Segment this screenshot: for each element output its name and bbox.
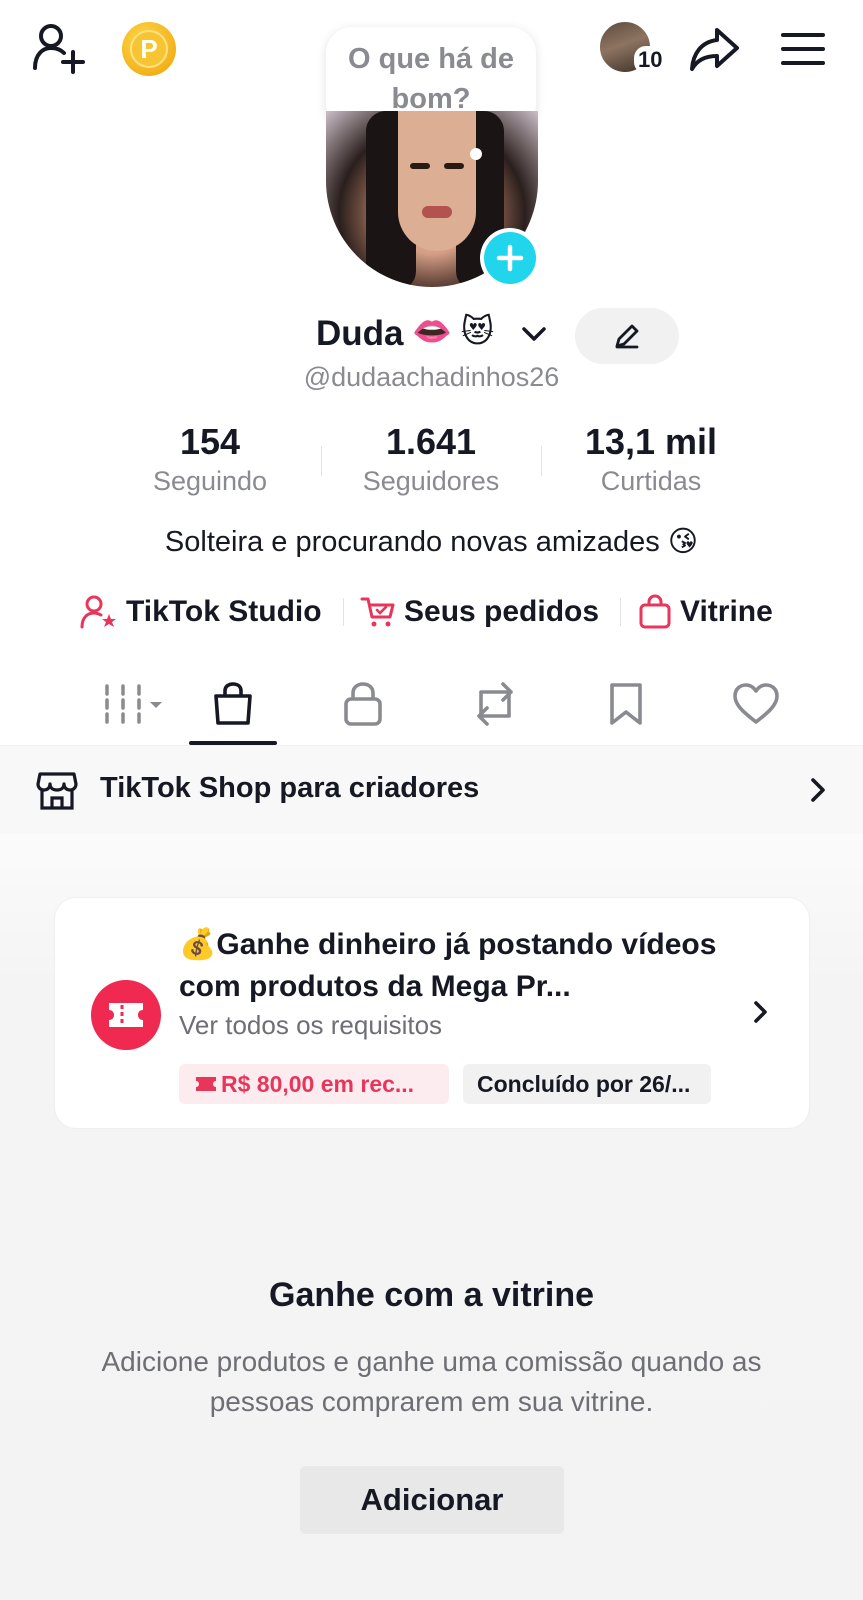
tab-liked[interactable] <box>706 664 806 744</box>
creator-star-icon <box>80 595 116 629</box>
stat-value: 1.641 <box>385 421 477 462</box>
menu-button[interactable] <box>776 22 830 76</box>
stat-value: 154 <box>179 421 241 462</box>
bookmark-icon <box>610 683 642 725</box>
tab-shop[interactable] <box>183 664 283 744</box>
note-text: O que há de bom? <box>348 43 514 115</box>
stat-label: Seguidores <box>362 466 500 496</box>
share-button[interactable] <box>688 22 742 76</box>
stat-following[interactable]: 154 Seguindo <box>110 420 310 497</box>
empty-state-title: Ganhe com a vitrine <box>269 1276 594 1314</box>
tab-videos[interactable] <box>58 664 188 744</box>
add-products-button[interactable]: Adicionar <box>300 1466 564 1534</box>
chevron-down-icon[interactable] <box>518 318 550 350</box>
showcase-link[interactable]: Vitrine <box>638 590 773 634</box>
orders-link[interactable]: Seus pedidos <box>360 590 599 634</box>
tiktok-studio-link[interactable]: TikTok Studio <box>80 590 322 634</box>
chevron-right-icon <box>754 1001 767 1023</box>
grid-filter-icon <box>105 684 162 724</box>
pencil-icon <box>615 324 639 349</box>
profile-tabs <box>0 664 863 746</box>
display-name[interactable]: Duda <box>316 314 404 354</box>
tiktok-shop-creators-banner[interactable]: TikTok Shop para criadores <box>0 746 863 834</box>
ticket-icon <box>196 1077 216 1091</box>
deadline-text: Concluído por 26/... <box>477 1070 691 1097</box>
name-row: Duda 👄 😻 <box>0 308 863 364</box>
stat-followers[interactable]: 1.641 Seguidores <box>331 420 531 497</box>
avatar-face <box>398 111 476 251</box>
tab-reposts[interactable] <box>445 664 545 744</box>
ticket-icon <box>91 980 161 1050</box>
profile-visitors-button[interactable]: 10 <box>598 20 668 76</box>
add-friend-button[interactable] <box>30 20 90 76</box>
note-bubble-tail <box>470 148 482 160</box>
link-label: TikTok Studio <box>126 595 322 628</box>
name-emoji: 👄 😻 <box>412 313 495 349</box>
reward-text: R$ 80,00 em rec... <box>221 1070 415 1097</box>
tab-favorites[interactable] <box>576 664 676 744</box>
stat-divider <box>541 446 542 476</box>
points-coin-icon[interactable]: P <box>122 22 176 76</box>
lock-icon <box>344 682 382 726</box>
banner-label: TikTok Shop para criadores <box>100 772 480 804</box>
earnings-task-card[interactable]: 💰Ganhe dinheiro já postando vídeos com p… <box>54 897 810 1129</box>
avatar-lips <box>422 206 452 218</box>
link-label: Vitrine <box>680 595 773 628</box>
avatar-eye <box>410 163 430 169</box>
stat-likes[interactable]: 13,1 mil Curtidas <box>551 420 751 497</box>
username: @dudaachadinhos26 <box>303 362 560 392</box>
tab-private[interactable] <box>313 664 413 744</box>
avatar-eye <box>444 163 464 169</box>
stat-label: Curtidas <box>600 466 702 496</box>
shopping-bag-icon <box>639 594 671 629</box>
task-title: 💰Ganhe dinheiro já postando vídeos com p… <box>179 928 717 1003</box>
link-label: Seus pedidos <box>404 595 600 628</box>
stat-divider <box>321 446 322 476</box>
visitor-count: 10 <box>634 46 667 74</box>
add-story-button[interactable] <box>480 228 540 288</box>
cart-icon <box>360 597 395 627</box>
stat-value: 13,1 mil <box>584 421 718 462</box>
repost-icon <box>477 682 513 726</box>
stat-label: Seguindo <box>152 466 268 496</box>
plus-icon <box>484 232 536 284</box>
heart-icon <box>733 683 779 724</box>
links-divider <box>620 598 621 626</box>
empty-state-description: Adicione produtos e ganhe uma comissão q… <box>101 1346 762 1417</box>
profile-links-row: TikTok Studio Seus pedidos Vitrine <box>0 590 863 634</box>
links-divider <box>343 598 344 626</box>
active-tab-indicator <box>189 741 277 745</box>
add-person-icon <box>33 24 85 74</box>
share-arrow-icon <box>690 28 739 71</box>
edit-profile-button[interactable] <box>575 308 679 364</box>
shopping-bag-icon <box>214 682 252 725</box>
store-icon <box>36 772 78 810</box>
points-letter: P <box>130 30 168 68</box>
reward-badge: R$ 80,00 em rec... <box>179 1064 449 1104</box>
hamburger-menu-icon <box>781 33 825 65</box>
chevron-right-icon <box>811 778 825 802</box>
task-requirements-link[interactable]: Ver todos os requisitos <box>179 1010 442 1041</box>
deadline-badge: Concluído por 26/... <box>463 1064 711 1104</box>
bio[interactable]: Solteira e procurando novas amizades 😘 <box>0 524 863 559</box>
